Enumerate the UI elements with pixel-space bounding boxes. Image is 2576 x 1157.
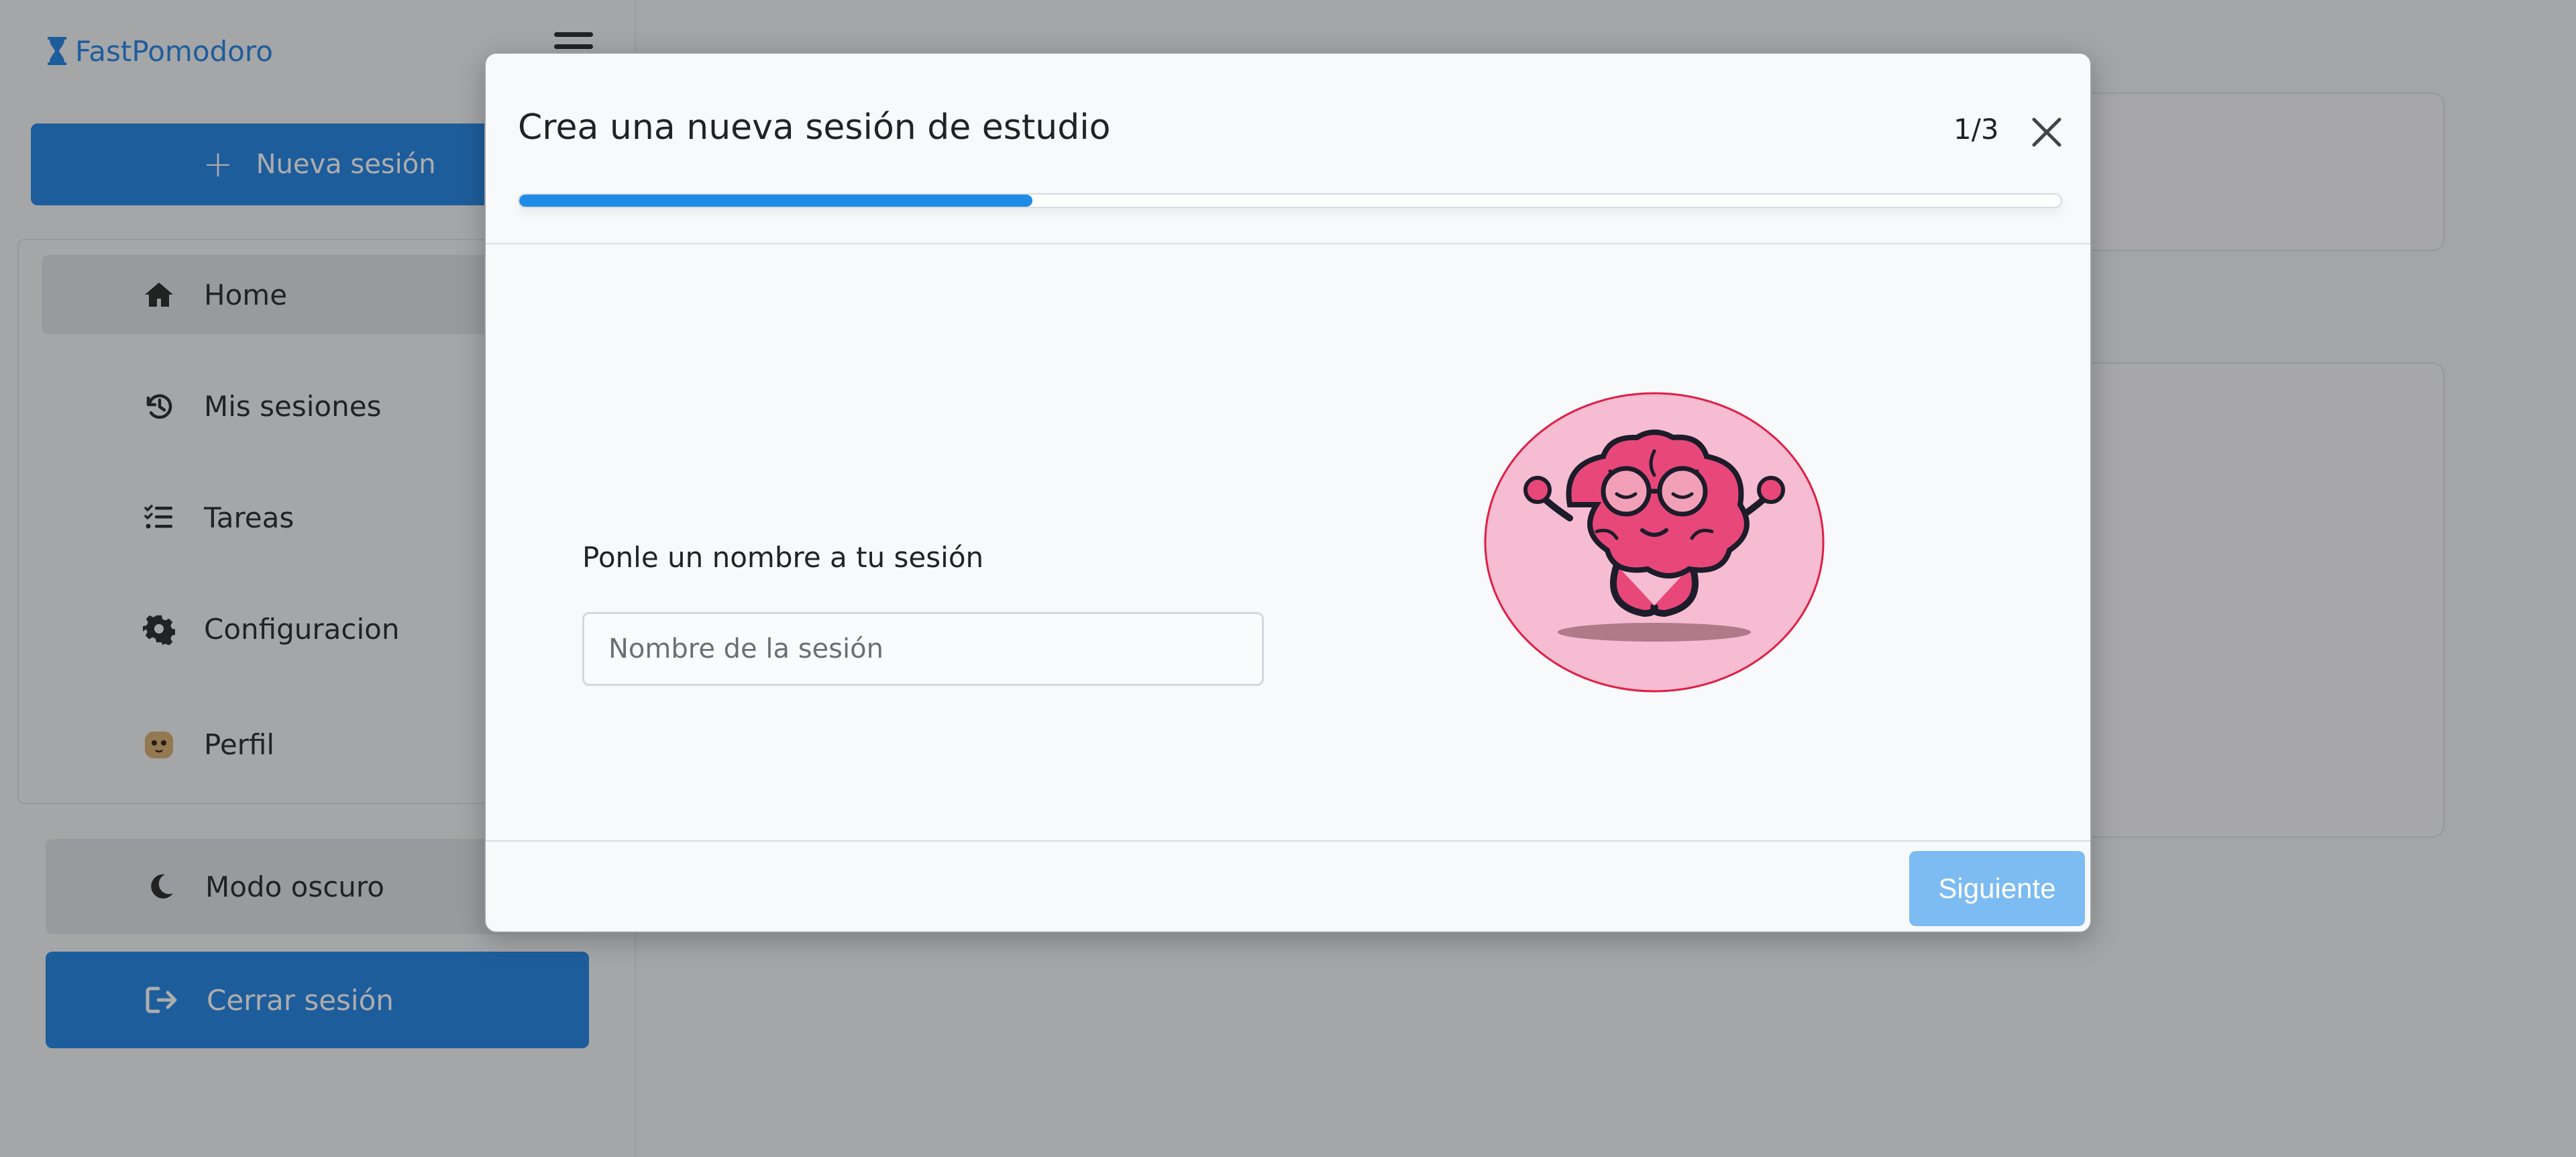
modal-header-divider <box>486 243 2090 244</box>
step-indicator: 1/3 <box>1953 113 1999 146</box>
modal-title: Crea una nueva sesión de estudio <box>518 107 1111 148</box>
session-name-label: Ponle un nombre a tu sesión <box>582 541 984 574</box>
session-name-input[interactable] <box>582 612 1264 686</box>
new-session-modal: Crea una nueva sesión de estudio 1/3 Pon… <box>484 52 2092 933</box>
modal-footer-divider <box>486 840 2090 842</box>
meditating-brain-illustration <box>1484 392 1825 693</box>
progress-fill <box>519 195 1033 207</box>
next-button[interactable]: Siguiente <box>1909 851 2085 926</box>
close-icon[interactable] <box>2029 114 2065 150</box>
progress-bar <box>518 193 2062 208</box>
